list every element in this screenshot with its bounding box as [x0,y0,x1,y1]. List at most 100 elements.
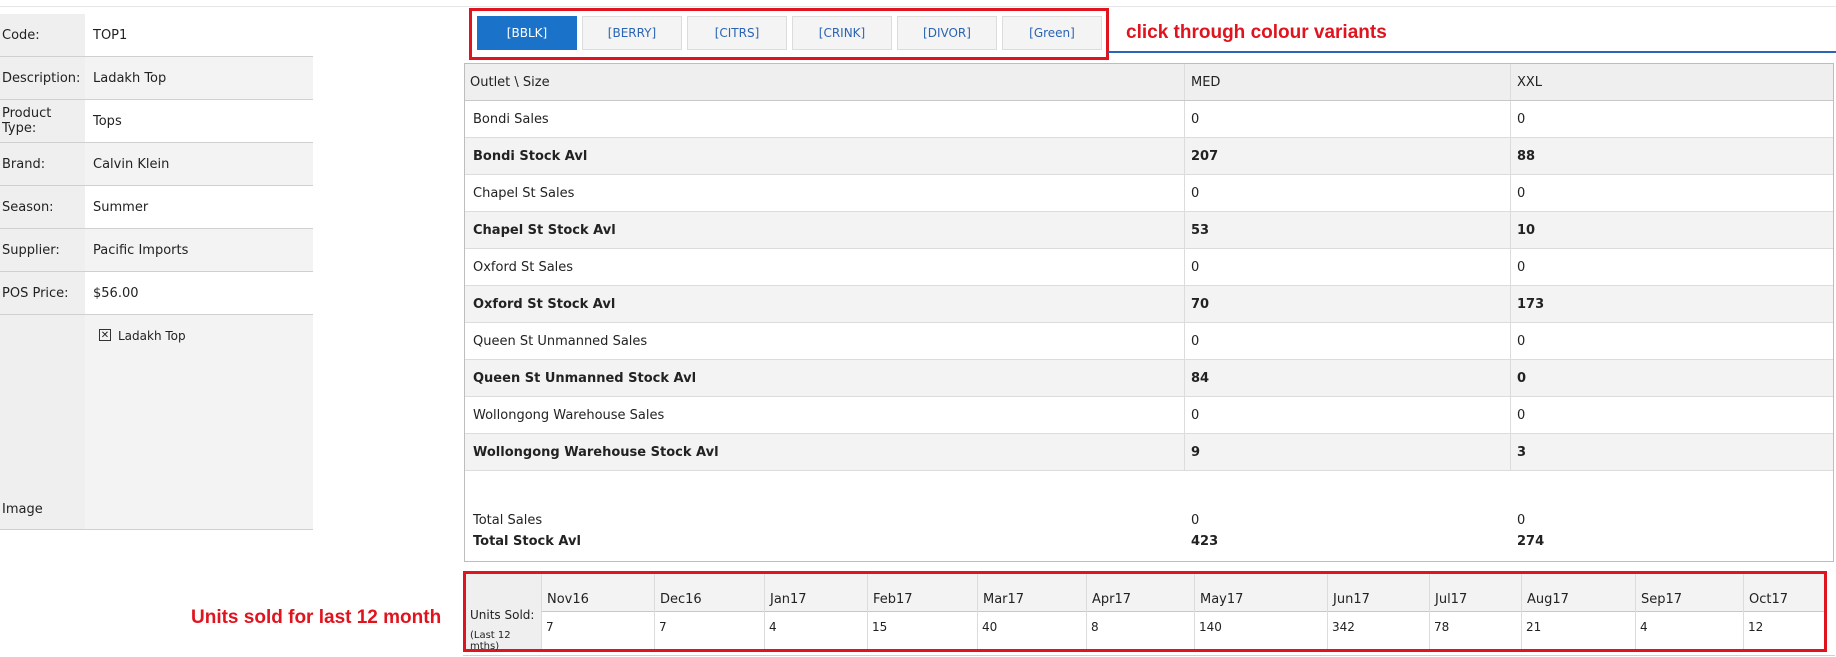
month-column: Nov16 7 [541,574,654,649]
table-header-row: Outlet \ Size MED XXL [465,64,1833,101]
month-column: Sep17 4 [1635,574,1743,649]
units-sold-panel: Units Sold: (Last 12 mths) Nov16 7 Dec16 7… [463,571,1827,652]
month-column: Feb17 15 [867,574,977,649]
product-details-panel: Code: TOP1 Description: Ladakh Top Produ… [0,14,313,530]
outlet-cell: Wollongong Warehouse Stock Avl [473,444,719,460]
med-cell: 0 [1191,407,1200,423]
month-value: 140 [1199,620,1222,634]
month-value: 342 [1332,620,1355,634]
table-row: Chapel St Stock Avl 53 10 [465,212,1833,249]
xxl-cell: 0 [1517,185,1526,201]
med-cell: 53 [1191,222,1210,238]
outlet-cell: Chapel St Stock Avl [473,222,616,238]
month-column: Jul17 78 [1429,574,1521,649]
month-value: 4 [769,620,777,634]
column-header: XXL [1517,74,1543,90]
outlet-cell: Wollongong Warehouse Sales [473,407,665,423]
med-cell: 0 [1191,259,1200,275]
month-column: Mar17 40 [977,574,1086,649]
stock-matrix-table: Outlet \ Size MED XXL Bondi Sales 0 0 Bo… [464,63,1834,562]
month-column: Oct17 12 [1743,574,1834,649]
outlet-cell: Oxford St Sales [473,259,574,275]
month-header: Oct17 [1749,591,1789,607]
detail-label: Season: [0,186,85,228]
table-row: Queen St Unmanned Sales 0 0 [465,323,1833,360]
table-row: Chapel St Sales 0 0 [465,175,1833,212]
table-row: Oxford St Sales 0 0 [465,249,1833,286]
column-header: MED [1185,64,1511,100]
month-value: 40 [982,620,998,634]
detail-row-season: Season: Summer [0,186,313,229]
table-row: Bondi Sales 0 0 [465,101,1833,138]
outlet-cell: Chapel St Sales [473,185,575,201]
detail-label: Product Type: [0,100,85,142]
table-row: Oxford St Stock Avl 70 173 [465,286,1833,323]
product-image-alt: Ladakh Top [118,329,186,343]
units-sold-sublabel: (Last 12 mths) [470,630,511,652]
image-label: Image [0,315,85,529]
table-row: Wollongong Warehouse Stock Avl 9 3 [465,434,1833,471]
total-label: Total Stock Avl [473,534,581,549]
tab-bblk[interactable]: [BBLK] [477,16,577,50]
tab-divor[interactable]: [DIVOR] [897,16,997,50]
tab-citrs[interactable]: [CITRS] [687,16,787,50]
month-header: Jul17 [1435,591,1468,607]
med-cell: 70 [1191,296,1210,312]
detail-row-supplier: Supplier: Pacific Imports [0,229,313,272]
tab-crink[interactable]: [CRINK] [792,16,892,50]
total-sales-row: Total Sales 0 0 [465,510,1833,531]
total-xxl: 0 [1517,513,1526,528]
detail-label: Description: [0,57,85,99]
column-header: Outlet \ Size [465,64,1185,100]
month-value: 8 [1091,620,1099,634]
med-cell: 207 [1191,148,1219,164]
detail-value: Summer [85,186,313,228]
units-sold-grid: Nov16 7 Dec16 7 Jan17 4 Feb17 15 Mar17 40 Apr… [541,574,1834,649]
detail-value: Calvin Klein [85,143,313,185]
month-value: 7 [546,620,554,634]
month-header: May17 [1200,591,1244,607]
bottom-divider [463,655,1835,656]
xxl-cell: 0 [1517,370,1527,386]
month-value: 4 [1640,620,1648,634]
month-header: Apr17 [1092,591,1132,607]
outlet-cell: Bondi Sales [473,111,549,127]
med-cell: 0 [1191,185,1200,201]
outlet-cell: Queen St Unmanned Stock Avl [473,370,697,386]
detail-row-code: Code: TOP1 [0,14,313,57]
xxl-cell: 10 [1517,222,1536,238]
detail-row-pos-price: POS Price: $56.00 [0,272,313,315]
tab-underline [1108,51,1836,53]
xxl-cell: 88 [1517,148,1536,164]
total-xxl: 274 [1517,534,1545,549]
units-sold-label: Units Sold: [470,608,535,622]
detail-value: $56.00 [85,272,313,314]
month-header: Feb17 [873,591,913,607]
variant-tabs-highlight: [BBLK] [BERRY] [CITRS] [CRINK] [DIVOR] [… [469,8,1109,60]
detail-label: Code: [0,14,85,56]
units-sold-label-cell: Units Sold: (Last 12 mths) [466,574,541,652]
month-column: May17 140 [1194,574,1327,649]
month-column: Jan17 4 [764,574,867,649]
outlet-cell: Oxford St Stock Avl [473,296,616,312]
month-header: Sep17 [1641,591,1683,607]
product-image[interactable]: ✕ Ladakh Top [85,315,313,529]
med-cell: 0 [1191,333,1200,349]
xxl-cell: 0 [1517,407,1526,423]
total-label: Total Sales [473,513,543,528]
detail-row-description: Description: Ladakh Top [0,57,313,100]
variants-annotation: click through colour variants [1126,22,1387,43]
tab-green[interactable]: [Green] [1002,16,1102,50]
table-row: Queen St Unmanned Stock Avl 84 0 [465,360,1833,397]
month-value: 21 [1526,620,1542,634]
total-med: 423 [1191,534,1219,549]
month-value: 15 [872,620,888,634]
detail-label: Supplier: [0,229,85,271]
xxl-cell: 173 [1517,296,1545,312]
table-row: Wollongong Warehouse Sales 0 0 [465,397,1833,434]
tab-berry[interactable]: [BERRY] [582,16,682,50]
month-header: Dec16 [660,591,702,607]
month-column: Jun17 342 [1327,574,1429,649]
xxl-cell: 3 [1517,444,1527,460]
month-header: Aug17 [1527,591,1569,607]
